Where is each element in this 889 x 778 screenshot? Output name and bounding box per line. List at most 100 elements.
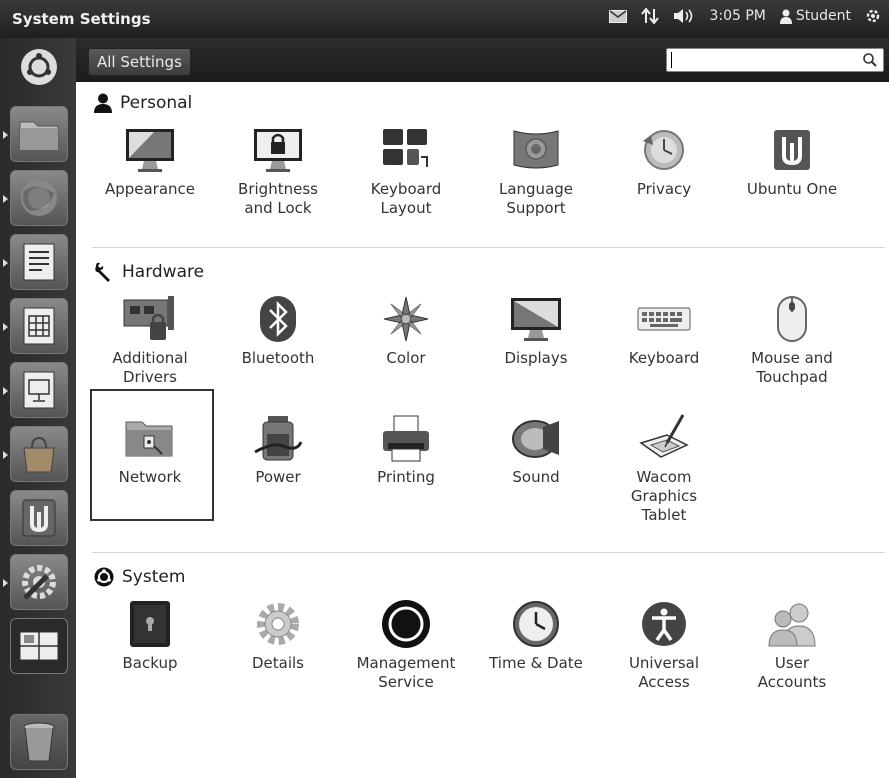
network-icon bbox=[125, 421, 173, 457]
section-system-header: System bbox=[94, 564, 185, 590]
files-icon bbox=[19, 121, 59, 151]
settings-item-mouse-touchpad[interactable]: Mouse and Touchpad bbox=[728, 293, 856, 387]
launcher bbox=[0, 38, 76, 778]
item-label: Details bbox=[251, 654, 304, 672]
settings-item-keyboard-layout[interactable]: Keyboard Layout bbox=[342, 124, 470, 218]
section-divider bbox=[92, 247, 885, 248]
item-label: Bluetooth bbox=[241, 349, 315, 367]
text-cursor bbox=[671, 52, 672, 68]
item-label: Power bbox=[255, 468, 301, 486]
item-label: Additional Drivers bbox=[112, 349, 188, 386]
item-label: Sound bbox=[512, 468, 560, 486]
mouse-icon bbox=[777, 296, 807, 342]
user-icon bbox=[779, 9, 792, 24]
section-title: Hardware bbox=[122, 262, 205, 282]
top-panel: System Settings 3:05 PM Student bbox=[0, 0, 889, 38]
keyboard-icon bbox=[637, 307, 691, 331]
item-label: Privacy bbox=[636, 180, 692, 198]
user-accounts-icon bbox=[768, 603, 816, 647]
item-label: Appearance bbox=[104, 180, 196, 198]
settings-item-wacom-tablet[interactable]: Wacom Graphics Tablet bbox=[600, 412, 728, 525]
settings-item-bluetooth[interactable]: Bluetooth bbox=[214, 293, 342, 368]
item-label: Wacom Graphics Tablet bbox=[630, 468, 698, 524]
ubuntu-one-icon bbox=[22, 499, 56, 537]
search-icon[interactable] bbox=[863, 52, 877, 71]
launcher-firefox[interactable] bbox=[3, 170, 68, 226]
power-icon bbox=[254, 416, 303, 461]
settings-content: Personal Appearance Brightness and Lock … bbox=[76, 82, 889, 778]
network-arrows-icon[interactable] bbox=[641, 8, 660, 24]
launcher-system-settings[interactable] bbox=[3, 554, 68, 610]
all-settings-button[interactable]: All Settings bbox=[88, 48, 191, 76]
settings-item-management-service[interactable]: Management Service bbox=[342, 598, 470, 692]
universal-access-icon bbox=[642, 602, 686, 646]
search-input[interactable] bbox=[671, 51, 851, 69]
launcher-ubuntu-one[interactable] bbox=[10, 490, 68, 546]
wacom-tablet-icon bbox=[639, 414, 689, 458]
user-menu[interactable]: Student bbox=[779, 8, 851, 24]
launcher-files[interactable] bbox=[3, 106, 68, 162]
settings-item-displays[interactable]: Displays bbox=[472, 293, 600, 368]
displays-icon bbox=[511, 298, 561, 341]
appearance-icon bbox=[126, 129, 174, 172]
settings-item-network[interactable]: Network bbox=[86, 412, 214, 487]
brightness-lock-icon bbox=[254, 129, 302, 172]
launcher-impress[interactable] bbox=[3, 362, 68, 418]
launcher-workspace-switcher[interactable] bbox=[10, 618, 68, 674]
item-label: Universal Access bbox=[628, 654, 700, 691]
settings-item-ubuntu-one[interactable]: Ubuntu One bbox=[728, 124, 856, 199]
color-icon bbox=[383, 296, 429, 342]
impress-icon bbox=[23, 371, 55, 409]
item-label: Printing bbox=[377, 468, 435, 486]
launcher-software-center[interactable] bbox=[3, 426, 68, 482]
settings-item-time-date[interactable]: Time & Date bbox=[472, 598, 600, 673]
settings-item-printing[interactable]: Printing bbox=[342, 412, 470, 487]
power-gear-icon[interactable] bbox=[865, 8, 881, 24]
settings-item-additional-drivers[interactable]: Additional Drivers bbox=[86, 293, 214, 387]
launcher-writer[interactable] bbox=[3, 234, 68, 290]
bluetooth-icon bbox=[260, 296, 296, 342]
search-box[interactable] bbox=[666, 48, 884, 72]
volume-icon[interactable] bbox=[673, 8, 695, 24]
sound-icon bbox=[512, 420, 559, 458]
item-label: Management Service bbox=[356, 654, 456, 691]
item-label: Keyboard Layout bbox=[370, 180, 442, 217]
settings-item-user-accounts[interactable]: User Accounts bbox=[728, 598, 856, 692]
section-personal-header: Personal bbox=[94, 90, 192, 116]
additional-drivers-icon bbox=[123, 296, 174, 340]
trash-icon bbox=[23, 722, 55, 762]
mail-icon[interactable] bbox=[609, 9, 628, 23]
settings-item-keyboard[interactable]: Keyboard bbox=[600, 293, 728, 368]
language-support-icon bbox=[513, 130, 559, 169]
item-label: Network bbox=[118, 468, 182, 486]
section-title: System bbox=[122, 567, 186, 587]
settings-item-appearance[interactable]: Appearance bbox=[86, 124, 214, 199]
user-name: Student bbox=[795, 8, 851, 24]
system-settings-icon bbox=[22, 565, 56, 600]
privacy-icon bbox=[643, 130, 684, 170]
launcher-trash[interactable] bbox=[10, 714, 68, 770]
firefox-icon bbox=[21, 180, 57, 216]
ubuntu-logo-icon bbox=[94, 567, 114, 587]
indicator-tray: 3:05 PM Student bbox=[609, 8, 881, 24]
settings-item-language-support[interactable]: Language Support bbox=[472, 124, 600, 218]
settings-item-color[interactable]: Color bbox=[342, 293, 470, 368]
settings-item-power[interactable]: Power bbox=[214, 412, 342, 487]
dash-home-button[interactable] bbox=[10, 42, 68, 92]
launcher-calc[interactable] bbox=[3, 298, 68, 354]
settings-item-universal-access[interactable]: Universal Access bbox=[600, 598, 728, 692]
dash-home-icon bbox=[21, 49, 57, 85]
writer-icon bbox=[23, 243, 55, 281]
management-service-icon bbox=[382, 600, 430, 648]
settings-item-backup[interactable]: Backup bbox=[86, 598, 214, 673]
settings-item-details[interactable]: Details bbox=[214, 598, 342, 673]
ubuntu-one-icon bbox=[774, 130, 810, 170]
section-hardware-header: Hardware bbox=[94, 259, 204, 285]
settings-item-sound[interactable]: Sound bbox=[472, 412, 600, 487]
settings-item-brightness-lock[interactable]: Brightness and Lock bbox=[214, 124, 342, 218]
clock-time[interactable]: 3:05 PM bbox=[709, 8, 765, 24]
item-label: Time & Date bbox=[489, 654, 583, 672]
item-label: User Accounts bbox=[757, 654, 827, 691]
settings-item-privacy[interactable]: Privacy bbox=[600, 124, 728, 199]
item-label: Ubuntu One bbox=[746, 180, 838, 198]
